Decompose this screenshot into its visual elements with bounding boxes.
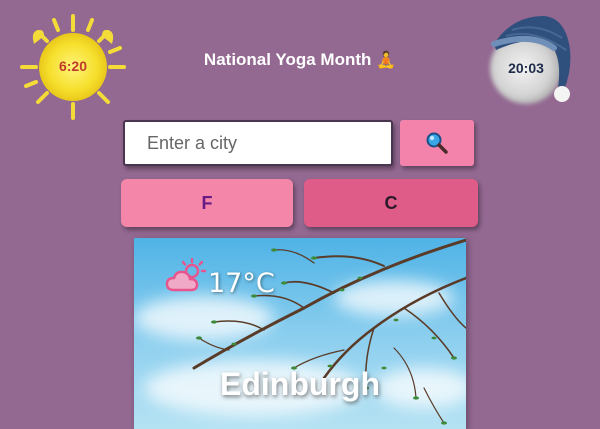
temperature: 17°C bbox=[208, 268, 275, 299]
magnifier-icon bbox=[426, 132, 448, 154]
page-title: National Yoga Month 🧘 bbox=[170, 50, 430, 70]
cloud-sun-icon bbox=[165, 258, 207, 292]
sunrise-widget: 6:20 bbox=[18, 12, 128, 122]
sunset-widget: 20:03 bbox=[482, 10, 582, 115]
sunset-time: 20:03 bbox=[508, 60, 544, 76]
celsius-button[interactable]: C bbox=[304, 179, 478, 227]
sunrise-time: 6:20 bbox=[58, 58, 88, 74]
fahrenheit-button[interactable]: F bbox=[121, 179, 293, 227]
yoga-icon: 🧘 bbox=[376, 52, 397, 69]
city-search-input[interactable] bbox=[123, 120, 393, 166]
city-name: Edinburgh bbox=[220, 366, 380, 402]
page-title-text: National Yoga Month bbox=[203, 50, 372, 69]
search-button[interactable] bbox=[400, 120, 474, 166]
weather-card: 17°C Edinburgh bbox=[134, 238, 466, 429]
